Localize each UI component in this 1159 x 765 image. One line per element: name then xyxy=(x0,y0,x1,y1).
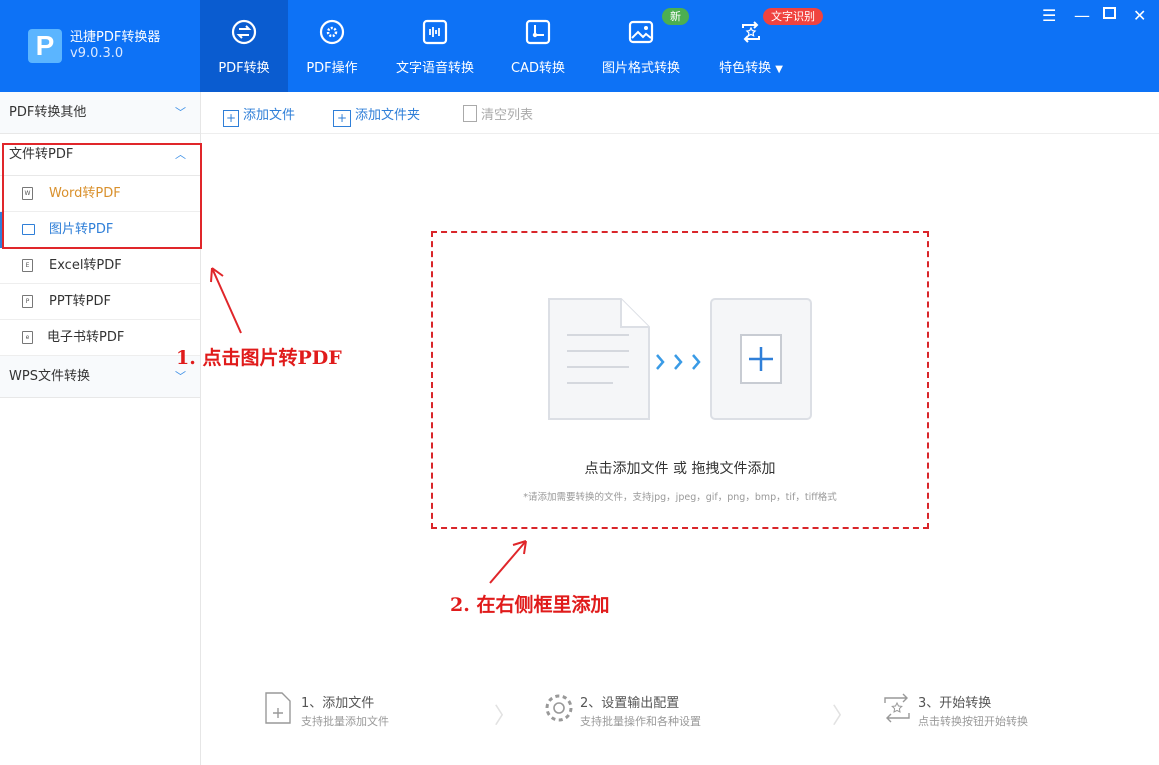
step-add-file: 1、添加文件支持批量添加文件 xyxy=(265,692,291,728)
app-version: v9.0.3.0 xyxy=(70,46,123,61)
add-file-icon: + xyxy=(223,110,239,127)
file-plus-icon xyxy=(265,692,291,724)
convert-star-icon xyxy=(882,692,912,724)
file-drop-zone[interactable]: 点击添加文件 或 拖拽文件添加 *请添加需要转换的文件，支持jpg，jpeg，g… xyxy=(431,231,929,529)
step-start-convert: 3、开始转换点击转换按钮开始转换 xyxy=(882,692,912,728)
close-icon[interactable]: ✕ xyxy=(1133,6,1146,25)
add-file-illustration xyxy=(547,297,815,423)
chevron-right-icon: 〉 xyxy=(832,698,854,730)
gear-icon xyxy=(544,692,574,724)
sidebar-item-excel[interactable]: EExcel转PDF xyxy=(0,248,200,284)
menu-icon[interactable]: ☰ xyxy=(1042,6,1056,25)
toolbar: +添加文件 +添加文件夹 清空列表 xyxy=(201,92,1159,134)
cad-icon xyxy=(524,18,552,46)
maximize-icon[interactable] xyxy=(1103,7,1116,19)
annotation-step-1: 1. 点击图片转PDF xyxy=(176,343,342,370)
dropdown-arrow-icon: ▼ xyxy=(775,64,783,75)
excel-file-icon: E xyxy=(22,259,33,272)
tab-pdf-operate[interactable]: PDF操作 xyxy=(288,0,376,92)
sidebar-group-pdf-other[interactable]: PDF转换其他﹀ xyxy=(0,92,200,134)
tab-pdf-convert[interactable]: PDF转换 xyxy=(200,0,288,92)
tab-special-label: 特色转换 ▼ xyxy=(706,57,796,76)
add-folder-button[interactable]: +添加文件夹 xyxy=(333,104,420,127)
tab-cad[interactable]: CAD转换 xyxy=(498,0,578,92)
gear-icon xyxy=(318,18,346,46)
drop-zone-hint: *请添加需要转换的文件，支持jpg，jpeg，gif，png，bmp，tif，t… xyxy=(433,489,927,503)
convert-icon xyxy=(230,18,258,46)
ppt-file-icon: P xyxy=(22,295,33,308)
annotation-step-2: 2. 在右侧框里添加 xyxy=(450,590,609,617)
tab-text-voice[interactable]: 文字语音转换 xyxy=(386,0,484,92)
sidebar-item-ppt[interactable]: PPPT转PDF xyxy=(0,284,200,320)
step-output-settings: 2、设置输出配置支持批量操作和各种设置 xyxy=(544,692,574,728)
annotation-highlight-box xyxy=(2,143,202,249)
app-logo: P xyxy=(28,29,62,63)
image-icon xyxy=(627,18,655,46)
chevron-down-icon: ﹀ xyxy=(175,92,186,134)
drop-zone-title: 点击添加文件 或 拖拽文件添加 xyxy=(433,458,927,478)
special-convert-icon xyxy=(737,18,765,46)
trash-icon xyxy=(463,105,477,122)
sidebar-item-ebook[interactable]: e电子书转PDF xyxy=(0,320,200,356)
ocr-badge: 文字识别 xyxy=(763,8,823,25)
sidebar-group-wps[interactable]: WPS文件转换﹀ xyxy=(0,356,200,398)
new-badge: 新 xyxy=(662,8,689,25)
add-folder-icon: + xyxy=(333,110,351,127)
audio-wave-icon xyxy=(421,18,449,46)
add-file-button[interactable]: +添加文件 xyxy=(223,104,295,127)
title-bar: P 迅捷PDF转换器 v9.0.3.0 PDF转换 PDF操作 文字语音转换 C… xyxy=(0,0,1159,92)
app-name: 迅捷PDF转换器 xyxy=(70,26,160,45)
minimize-icon[interactable]: — xyxy=(1074,6,1090,25)
chevron-right-icon: 〉 xyxy=(494,698,516,730)
ebook-file-icon: e xyxy=(22,331,33,344)
clear-list-button[interactable]: 清空列表 xyxy=(463,104,533,123)
